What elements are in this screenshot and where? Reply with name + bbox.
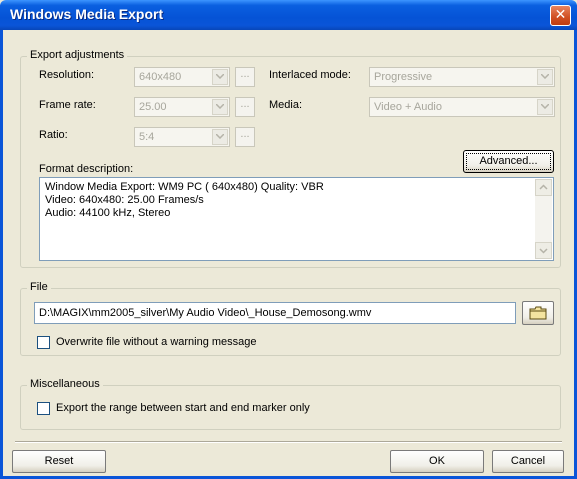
miscellaneous-legend: Miscellaneous — [27, 378, 103, 390]
frame-rate-label: Frame rate: — [39, 99, 96, 111]
advanced-button-label: Advanced... — [479, 155, 538, 167]
chevron-down-icon — [539, 248, 548, 254]
export-adjustments-legend: Export adjustments — [27, 49, 128, 61]
reset-button[interactable]: Reset — [12, 450, 106, 473]
frame-rate-more-button[interactable]: ... — [235, 97, 255, 117]
browse-button[interactable] — [522, 301, 554, 325]
media-select[interactable]: Video + Audio — [369, 97, 555, 117]
format-description-label: Format description: — [39, 163, 134, 175]
file-path-input[interactable]: D:\MAGIX\mm2005_silver\My Audio Video\_H… — [34, 302, 516, 324]
format-line: Video: 640x480: 25.00 Frames/s — [45, 194, 204, 206]
overwrite-checkbox[interactable] — [37, 336, 50, 349]
cancel-button[interactable]: Cancel — [492, 450, 564, 473]
interlaced-value: Progressive — [374, 71, 433, 83]
resolution-more-button[interactable]: ... — [235, 67, 255, 87]
folder-icon — [529, 306, 547, 320]
interlaced-label: Interlaced mode: — [269, 69, 351, 81]
ratio-value: 5:4 — [139, 131, 155, 143]
close-button[interactable]: ✕ — [550, 5, 571, 26]
file-legend: File — [27, 281, 51, 293]
ok-button-label: OK — [429, 455, 445, 467]
cancel-button-label: Cancel — [510, 455, 546, 467]
resolution-value: 640x480 — [139, 71, 182, 83]
window-border-left — [0, 30, 3, 479]
format-line: Window Media Export: WM9 PC ( 640x480) Q… — [45, 181, 324, 193]
export-dialog: Windows Media Export ✕ Export adjustment… — [0, 0, 577, 479]
resolution-label: Resolution: — [39, 69, 95, 81]
interlaced-select[interactable]: Progressive — [369, 67, 555, 87]
ratio-select[interactable]: 5:4 — [134, 127, 230, 147]
advanced-button[interactable]: Advanced... — [463, 150, 554, 173]
frame-rate-select[interactable]: 25.00 — [134, 97, 230, 117]
window-title: Windows Media Export — [10, 6, 164, 22]
ok-button[interactable]: OK — [390, 450, 484, 473]
range-checkbox[interactable] — [37, 402, 50, 415]
scroll-up-button[interactable] — [535, 179, 552, 196]
chevron-up-icon — [539, 184, 548, 190]
chevron-down-icon — [212, 69, 228, 85]
ratio-label: Ratio: — [39, 129, 68, 141]
overwrite-label: Overwrite file without a warning message — [56, 336, 257, 348]
file-path-value: D:\MAGIX\mm2005_silver\My Audio Video\_H… — [39, 307, 372, 319]
resolution-select[interactable]: 640x480 — [134, 67, 230, 87]
chevron-down-icon — [537, 69, 553, 85]
divider — [15, 441, 562, 443]
scroll-down-button[interactable] — [535, 242, 552, 259]
close-icon: ✕ — [554, 7, 567, 23]
range-label: Export the range between start and end m… — [56, 402, 310, 414]
reset-button-label: Reset — [44, 455, 74, 467]
format-line: Audio: 44100 kHz, Stereo — [45, 207, 171, 219]
title-bar[interactable]: Windows Media Export ✕ — [0, 0, 577, 30]
media-label: Media: — [269, 99, 303, 111]
chevron-down-icon — [537, 99, 553, 115]
ratio-more-button[interactable]: ... — [235, 127, 255, 147]
frame-rate-value: 25.00 — [139, 101, 167, 113]
media-value: Video + Audio — [374, 101, 442, 113]
chevron-down-icon — [212, 129, 228, 145]
vertical-scrollbar[interactable] — [535, 179, 552, 259]
chevron-down-icon — [212, 99, 228, 115]
format-description-box[interactable]: Window Media Export: WM9 PC ( 640x480) Q… — [39, 177, 554, 261]
